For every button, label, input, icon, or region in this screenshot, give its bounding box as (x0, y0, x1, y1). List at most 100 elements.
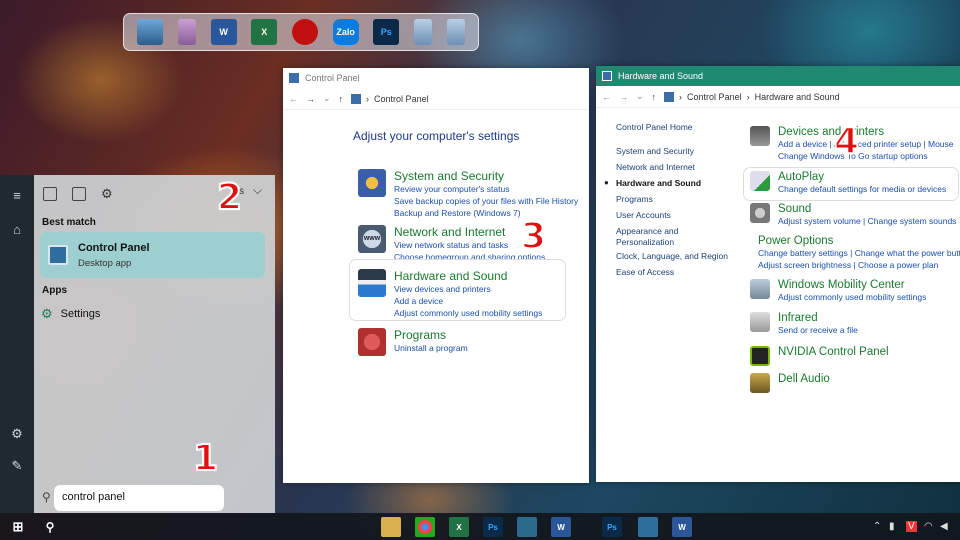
word-icon[interactable]: W (210, 19, 237, 45)
word-icon[interactable]: W (672, 517, 692, 537)
item-link[interactable]: Adjust system volume (778, 216, 861, 226)
apps-filter-icon[interactable] (43, 186, 57, 201)
category-link[interactable]: Add a device (394, 295, 542, 307)
side-link[interactable]: Programs (616, 194, 653, 204)
monitor-icon[interactable] (137, 19, 164, 45)
app-item-settings[interactable]: ⚙ Settings (41, 306, 100, 322)
chevron-down-icon[interactable]: ⌄ (636, 91, 644, 102)
vivaldi-icon[interactable]: V (906, 521, 917, 532)
step-number: 3 (520, 215, 547, 258)
item-title[interactable]: NVIDIA Control Panel (778, 346, 889, 358)
item-title[interactable]: Sound (778, 203, 956, 215)
app-icon[interactable] (517, 517, 537, 537)
autoplay-icon (750, 171, 770, 191)
address-segment[interactable]: Control Panel (374, 94, 429, 104)
chevron-up-icon[interactable]: ⌃ (873, 521, 881, 532)
category-link[interactable]: Uninstall a program (394, 342, 468, 354)
item-title[interactable]: Infrared (778, 312, 858, 324)
address-segment[interactable]: Control Panel (687, 92, 742, 102)
settings-filter-icon[interactable]: ⚙ (101, 186, 113, 202)
windows-start-icon[interactable]: ⊞ (8, 517, 28, 537)
category-link[interactable]: Adjust commonly used mobility settings (394, 307, 542, 319)
item-link[interactable]: Change what the power buttons do (855, 248, 960, 258)
forward-icon[interactable]: → (619, 92, 628, 102)
home-icon[interactable]: ⌂ (8, 221, 26, 239)
recycle-bin-icon[interactable] (177, 19, 196, 45)
side-link[interactable]: Control Panel Home (616, 122, 693, 132)
side-link[interactable]: Network and Internet (616, 162, 695, 172)
item-title[interactable]: AutoPlay (778, 171, 946, 183)
tray-app-icon[interactable]: ▮ (889, 521, 895, 532)
top-dock: W X Zalo Ps (123, 13, 479, 51)
word-icon[interactable]: W (551, 517, 571, 537)
garena-icon[interactable] (291, 19, 318, 45)
item-mobility-center: Windows Mobility Center Adjust commonly … (750, 279, 960, 303)
title-bar: Control Panel (283, 68, 589, 88)
side-link[interactable]: Ease of Access (616, 267, 674, 277)
side-link[interactable]: System and Security (616, 146, 694, 156)
gear-icon[interactable]: ⚙ (8, 425, 26, 443)
item-link[interactable]: Send or receive a file (778, 324, 858, 336)
category-link[interactable]: Backup and Restore (Windows 7) (394, 207, 578, 219)
address-bar[interactable]: › Control Panel › Hardware and Sound (664, 91, 840, 102)
item-title[interactable]: Power Options (758, 235, 960, 247)
chevron-down-icon[interactable]: ⌵ (253, 183, 262, 198)
category-hardware-sound: Hardware and Sound View devices and prin… (358, 269, 542, 319)
address-segment[interactable]: Hardware and Sound (755, 92, 840, 102)
item-link[interactable]: Adjust screen brightness (758, 260, 851, 270)
item-link[interactable]: Change battery settings (758, 248, 848, 258)
search-input[interactable]: control panel (54, 485, 224, 511)
photoshop-icon[interactable]: Ps (602, 517, 622, 537)
page-heading: Adjust your computer's settings (353, 129, 520, 143)
chrome-icon[interactable] (415, 517, 435, 537)
category-title[interactable]: System and Security (394, 169, 578, 183)
step-number: 2 (216, 176, 243, 219)
side-link[interactable]: Appearance and Personalization (616, 226, 706, 248)
search-icon[interactable]: ⚲ (40, 517, 60, 537)
file-explorer-icon[interactable] (381, 517, 401, 537)
item-link[interactable]: Change default settings for media or dev… (778, 183, 946, 195)
category-link[interactable]: Review your computer's status (394, 183, 578, 195)
category-title[interactable]: Hardware and Sound (394, 269, 542, 283)
back-icon[interactable]: ← (289, 94, 298, 104)
item-link[interactable]: Change system sounds (868, 216, 957, 226)
side-link[interactable]: Clock, Language, and Region (616, 251, 728, 261)
hamburger-icon[interactable]: ≡ (8, 187, 26, 205)
printer-icon (750, 126, 770, 146)
control-panel-icon[interactable] (638, 517, 658, 537)
item-title[interactable]: Dell Audio (778, 373, 830, 385)
wifi-icon[interactable]: ◠ (924, 521, 933, 532)
window-panel-icon[interactable] (446, 19, 465, 45)
item-link[interactable]: Add a device (778, 139, 827, 149)
speaker-icon (750, 203, 770, 223)
category-link[interactable]: View devices and printers (394, 283, 542, 295)
best-match-subtitle: Desktop app (78, 257, 132, 269)
best-match-control-panel[interactable]: Control Panel Desktop app (40, 232, 265, 278)
side-link[interactable]: User Accounts (616, 210, 671, 220)
item-link[interactable]: Choose a power plan (858, 260, 938, 270)
item-title[interactable]: Devices and Printers (778, 126, 954, 138)
category-title[interactable]: Programs (394, 328, 468, 342)
address-bar[interactable]: › Control Panel (351, 93, 429, 104)
excel-icon[interactable]: X (449, 517, 469, 537)
photoshop-icon[interactable]: Ps (483, 517, 503, 537)
excel-icon[interactable]: X (251, 19, 278, 45)
category-link[interactable]: Save backup copies of your files with Fi… (394, 195, 578, 207)
photoshop-icon[interactable]: Ps (373, 19, 400, 45)
item-title[interactable]: Windows Mobility Center (778, 279, 926, 291)
documents-filter-icon[interactable] (72, 186, 86, 201)
user-feedback-icon[interactable]: ✎ (8, 457, 26, 475)
up-icon[interactable]: ↑ (339, 94, 344, 104)
window-panel-icon[interactable] (413, 19, 432, 45)
step-number: 4 (833, 120, 860, 163)
zalo-icon[interactable]: Zalo (332, 19, 359, 45)
item-link[interactable]: Change Windows To Go startup options (778, 150, 954, 162)
volume-icon[interactable]: ◀ (940, 521, 948, 532)
chevron-down-icon[interactable]: ⌄ (323, 93, 331, 104)
item-link[interactable]: Mouse (928, 139, 954, 149)
up-icon[interactable]: ↑ (652, 92, 657, 102)
back-icon[interactable]: ← (602, 92, 611, 102)
forward-icon[interactable]: → (306, 94, 315, 104)
taskbar: ⊞ ⚲ X Ps W Ps W ⌃ ▮ V ◠ ◀ (0, 513, 960, 540)
item-link[interactable]: Adjust commonly used mobility settings (778, 291, 926, 303)
